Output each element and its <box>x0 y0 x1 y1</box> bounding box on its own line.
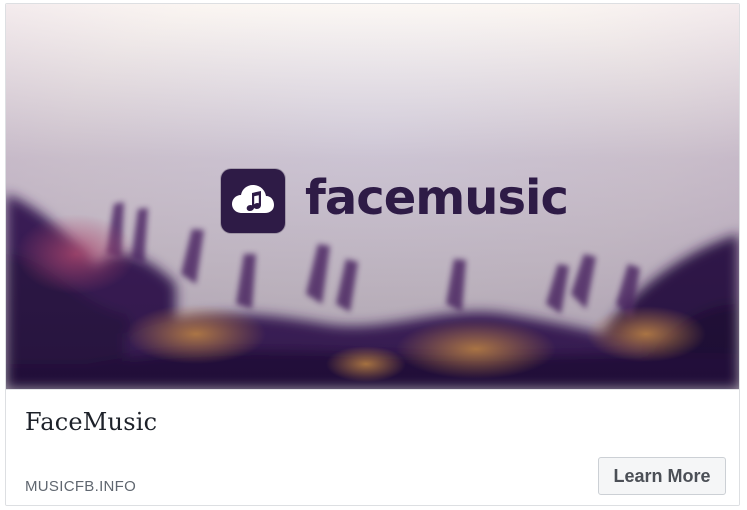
brand-wordmark: facemusic <box>305 170 569 226</box>
concert-crowd-image[interactable]: facemusic <box>6 4 739 389</box>
card-footer: FaceMusic MUSICFB.INFO Learn More <box>6 389 739 505</box>
ad-title[interactable]: FaceMusic <box>25 408 157 436</box>
link-preview-card[interactable]: facemusic FaceMusic MUSICFB.INFO Learn M… <box>5 3 740 506</box>
learn-more-button[interactable]: Learn More <box>598 457 726 495</box>
ad-domain[interactable]: MUSICFB.INFO <box>25 478 136 495</box>
cloud-music-note-icon <box>221 169 285 233</box>
facemusic-logo: facemusic <box>221 168 569 234</box>
